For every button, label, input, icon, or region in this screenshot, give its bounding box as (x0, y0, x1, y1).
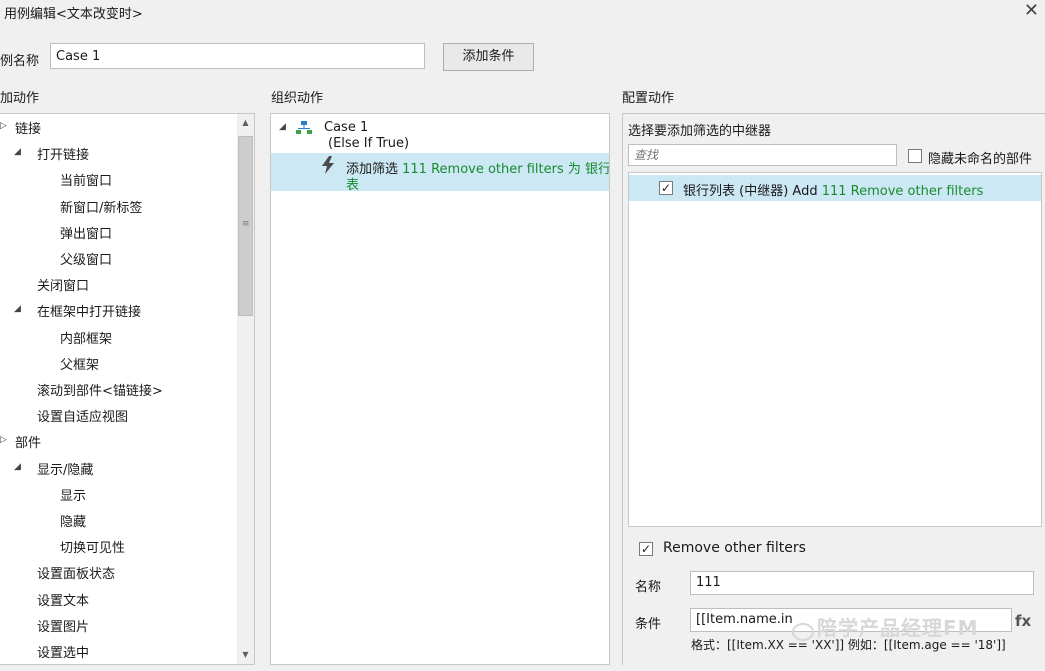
add-condition-button[interactable]: 添加条件 (443, 43, 534, 71)
tree-item[interactable]: 当前窗口 (60, 170, 112, 189)
remove-other-filters-checkbox[interactable]: ✓ (639, 542, 653, 556)
repeater-select-title: 选择要添加筛选的中继器 (628, 124, 772, 139)
grip-icon: ≡ (242, 219, 250, 229)
scroll-up-icon[interactable]: ▲ (237, 118, 254, 127)
tree-item[interactable]: 显示/隐藏 (37, 459, 93, 478)
tree-scrollbar[interactable]: ▲ ≡ ▼ (237, 114, 254, 664)
tree-item[interactable]: 切换可见性 (60, 537, 125, 556)
condition-label: 条件 (635, 617, 662, 632)
tree-item[interactable]: 设置选中 (37, 642, 89, 661)
tree-item[interactable]: 父框架 (60, 354, 99, 373)
repeater-item-label: 银行列表 (中继器) Add 111 Remove other filters (683, 180, 983, 199)
tree-item[interactable]: 显示 (60, 485, 86, 504)
name-label: 名称 (635, 580, 662, 595)
repeater-item-row[interactable]: ✓ 银行列表 (中继器) Add 111 Remove other filter… (629, 175, 1041, 201)
remove-other-filters-label: Remove other filters (663, 540, 806, 556)
tree-item[interactable]: 弹出窗口 (60, 223, 112, 242)
tree-item[interactable]: 设置图片 (37, 616, 89, 635)
repeater-list: ✓ 银行列表 (中继器) Add 111 Remove other filter… (628, 172, 1042, 527)
collapse-icon[interactable] (14, 147, 21, 157)
configure-panel: 选择要添加筛选的中继器 隐藏未命名的部件 ✓ 银行列表 (中继器) Add 11… (622, 113, 1045, 665)
lightning-icon (322, 156, 334, 174)
tree-item[interactable]: 链接 (15, 118, 41, 137)
tree-item[interactable]: 滚动到部件<锚链接> (37, 380, 163, 399)
hide-unnamed-label: 隐藏未命名的部件 (928, 152, 1033, 167)
tree-item[interactable]: 内部框架 (60, 328, 112, 347)
tree-item[interactable]: 设置文本 (37, 590, 89, 609)
action-text-line-2: 表 (346, 178, 360, 193)
case-condition: (Else If True) (328, 136, 410, 151)
configure-action-header: 配置动作 (622, 91, 675, 106)
close-icon[interactable]: ✕ (1024, 0, 1039, 22)
tree-item[interactable]: 设置面板状态 (37, 563, 115, 582)
tree-item[interactable]: 部件 (15, 432, 41, 451)
collapse-icon[interactable] (14, 304, 21, 314)
action-detail: 111 Remove other filters 为 银行列 (402, 162, 610, 177)
case-title[interactable]: Case 1 (324, 120, 368, 135)
tree-item[interactable]: 关闭窗口 (37, 275, 89, 294)
case-icon (296, 121, 312, 134)
tree-item[interactable]: 设置自适应视图 (37, 406, 128, 425)
repeater-item-name: 银行列表 (中继器) Add (683, 184, 822, 199)
window-title: 用例编辑<文本改变时> (4, 7, 143, 22)
filter-name-input[interactable] (690, 571, 1034, 595)
fx-button[interactable]: fx (1015, 612, 1031, 630)
filter-condition-input[interactable] (690, 608, 1012, 632)
case-expand-icon[interactable] (279, 122, 286, 132)
collapse-icon[interactable] (14, 462, 21, 472)
action-text-line-1: 添加筛选 111 Remove other filters 为 银行列 (346, 158, 610, 177)
case-name-label: 例名称 (0, 54, 40, 69)
repeater-item-checkbox[interactable]: ✓ (659, 181, 673, 195)
tree-item[interactable]: 新窗口/新标签 (60, 197, 142, 216)
case-name-input[interactable] (50, 43, 425, 69)
action-tree-panel: 链接打开链接当前窗口新窗口/新标签弹出窗口父级窗口关闭窗口在框架中打开链接内部框… (0, 113, 255, 665)
tree-item[interactable]: 在框架中打开链接 (37, 301, 141, 320)
tree-item[interactable]: 父级窗口 (60, 249, 112, 268)
scroll-thumb[interactable]: ≡ (238, 136, 253, 316)
expand-icon[interactable] (0, 121, 7, 131)
expand-icon[interactable] (0, 435, 7, 445)
action-row-add-filter[interactable]: 添加筛选 111 Remove other filters 为 银行列 表 (271, 153, 610, 193)
organize-action-header: 组织动作 (271, 91, 324, 106)
organize-panel: Case 1 (Else If True) 添加筛选 111 Remove ot… (270, 113, 610, 665)
repeater-search-input[interactable] (628, 144, 897, 166)
format-hint: 格式：[[Item.XX == 'XX']] 例如：[[Item.age == … (691, 638, 1006, 652)
repeater-item-filter: 111 Remove other filters (821, 184, 984, 199)
hide-unnamed-checkbox[interactable] (908, 149, 922, 163)
add-action-header: 加动作 (0, 91, 40, 106)
tree-item[interactable]: 打开链接 (37, 144, 89, 163)
scroll-down-icon[interactable]: ▼ (237, 650, 254, 659)
tree-item[interactable]: 隐藏 (60, 511, 86, 530)
